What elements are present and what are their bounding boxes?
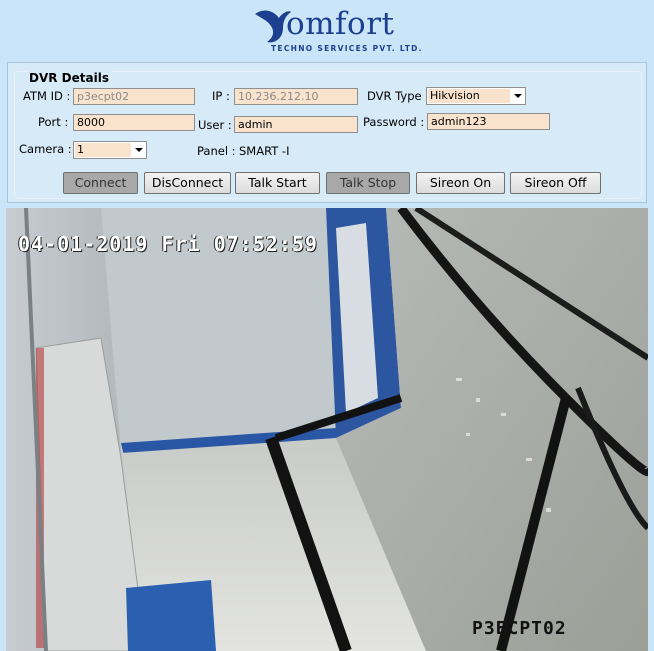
user-label: User : [198, 118, 232, 132]
sireon-off-button[interactable]: Sireon Off [510, 172, 601, 194]
header-logo: omfort TECHNO SERVICES PVT. LTD. [0, 0, 654, 60]
atm-id-field[interactable]: p3ecpt02 [73, 88, 195, 105]
atm-id-label: ATM ID : [23, 89, 71, 103]
sireon-on-button[interactable]: Sireon On [416, 172, 505, 194]
connect-button[interactable]: Connect [63, 172, 138, 194]
talk-start-button[interactable]: Talk Start [235, 172, 320, 194]
chevron-down-icon [135, 148, 143, 152]
dvr-type-label: DVR Type : [367, 89, 430, 103]
ip-field[interactable]: 10.236.212.10 [234, 88, 358, 105]
password-label: Password : [363, 115, 425, 129]
logo-tagline: TECHNO SERVICES PVT. LTD. [271, 44, 423, 53]
video-timestamp: 04-01-2019 Fri 07:52:59 [18, 232, 318, 256]
video-camera-name: P3ECPT02 [472, 618, 567, 639]
panel-label: Panel : [197, 144, 236, 158]
user-field[interactable]: admin [234, 116, 358, 133]
camera-video-feed: 04-01-2019 Fri 07:52:59 P3ECPT02 [6, 208, 648, 651]
logo-wordmark: omfort [286, 6, 395, 42]
port-label: Port : [38, 115, 69, 129]
camera-select[interactable]: 1 [73, 141, 147, 159]
chevron-down-icon [514, 94, 522, 98]
camera-scene-image [6, 208, 648, 651]
port-field[interactable]: 8000 [73, 114, 195, 131]
dvr-type-select[interactable]: Hikvision [426, 87, 526, 105]
panel-value: SMART -I [239, 144, 290, 158]
camera-label: Camera : [19, 142, 72, 156]
talk-stop-button[interactable]: Talk Stop [326, 172, 410, 194]
dvr-details-title: DVR Details [27, 71, 111, 85]
password-field[interactable]: admin123 [427, 113, 550, 130]
dvr-type-value: Hikvision [428, 89, 510, 103]
disconnect-button[interactable]: DisConnect [144, 172, 231, 194]
ip-label: IP : [212, 89, 230, 103]
camera-value: 1 [75, 143, 131, 157]
